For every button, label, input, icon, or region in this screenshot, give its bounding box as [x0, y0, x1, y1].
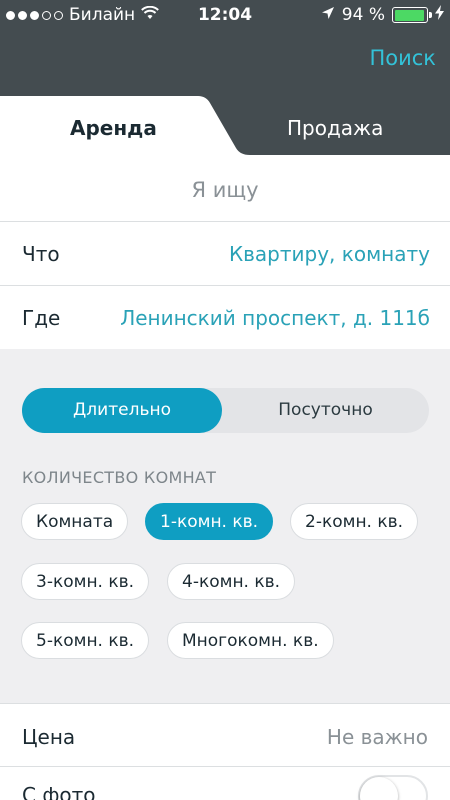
what-row[interactable]: Что Квартиру, комнату	[0, 222, 450, 286]
price-label: Цена	[22, 725, 76, 749]
photo-label: С фото	[22, 783, 96, 800]
photo-toggle[interactable]	[358, 775, 428, 800]
battery-percent: 94 %	[341, 5, 385, 25]
what-value[interactable]: Квартиру, комнату	[229, 242, 430, 266]
tab-rent-label[interactable]: Аренда	[70, 116, 157, 140]
rooms-section-title: КОЛИЧЕСТВО КОМНАТ	[22, 468, 217, 487]
what-label: Что	[22, 242, 60, 266]
segment-daily[interactable]: Посуточно	[222, 388, 429, 433]
looking-for-heading: Я ищу	[0, 155, 450, 222]
room-chip-3[interactable]: 3-комн. кв.	[21, 563, 150, 600]
where-row[interactable]: Где Ленинский проспект, д. 111б	[0, 286, 450, 350]
room-chip-4[interactable]: 4-комн. кв.	[167, 563, 296, 600]
battery-level-fill	[394, 9, 424, 21]
photo-toggle-knob[interactable]	[360, 777, 398, 800]
tab-sale[interactable]: Продажа	[287, 116, 383, 140]
where-label: Где	[22, 306, 61, 330]
photo-row: С фото	[0, 767, 450, 800]
room-chip-5[interactable]: 5-комн. кв.	[21, 622, 150, 659]
price-value[interactable]: Не важно	[327, 725, 428, 749]
charging-bolt-icon	[435, 5, 444, 25]
room-chip-1[interactable]: 1-комн. кв.	[145, 503, 274, 540]
battery-icon	[392, 7, 432, 23]
segment-long-term[interactable]: Длительно	[22, 388, 222, 433]
room-chip-2[interactable]: 2-комн. кв.	[290, 503, 419, 540]
status-right-group: 94 %	[321, 5, 444, 25]
price-row[interactable]: Цена Не важно	[0, 703, 450, 767]
search-link[interactable]: Поиск	[369, 46, 436, 70]
location-arrow-icon	[321, 5, 335, 25]
rental-period-segmented-control: Длительно Посуточно	[22, 388, 429, 433]
room-chip-multi[interactable]: Многокомн. кв.	[167, 622, 334, 659]
room-chip-room[interactable]: Комната	[21, 503, 129, 540]
status-bar: Билайн 12:04 94 %	[0, 0, 450, 30]
where-value[interactable]: Ленинский проспект, д. 111б	[120, 306, 430, 330]
